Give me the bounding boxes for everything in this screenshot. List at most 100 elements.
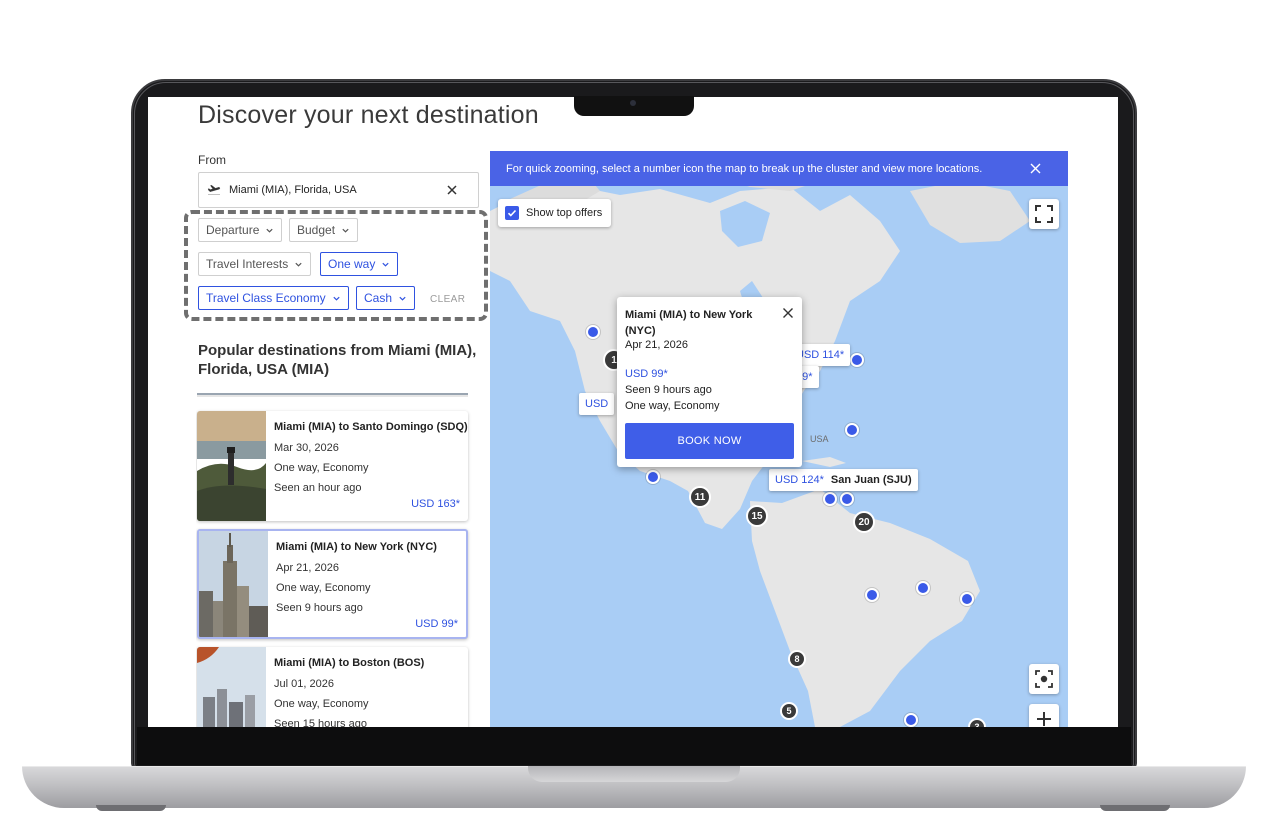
map-cluster[interactable]: 20 [853, 511, 875, 533]
card-info: Miami (MIA) to Boston (BOS) Jul 01, 2026… [274, 647, 460, 727]
map-cluster[interactable]: 15 [746, 505, 768, 527]
chevron-down-icon [399, 296, 406, 301]
trip-type-label: One way [328, 257, 376, 271]
map-pin[interactable] [840, 492, 854, 506]
chevron-down-icon [266, 228, 273, 233]
popup-route: Miami (MIA) to New York (NYC) [625, 309, 753, 337]
map-cluster[interactable]: 11 [689, 486, 711, 508]
price-label-price: USD 114* [796, 349, 845, 361]
zoom-in-button[interactable] [1029, 704, 1059, 727]
destination-map[interactable]: For quick zooming, select a number icon … [490, 151, 1068, 727]
card-seen: Seen 9 hours ago [276, 602, 363, 614]
price-label-price: USD 124* [775, 474, 824, 486]
destination-list[interactable]: Miami (MIA) to Santo Domingo (SDQ) Mar 3… [196, 393, 472, 727]
travel-interests-filter[interactable]: Travel Interests [198, 252, 312, 276]
chevron-down-icon [382, 262, 389, 267]
show-top-offers-label: Show top offers [526, 207, 603, 219]
payment-filter[interactable]: Cash [356, 286, 416, 310]
plane-takeoff-icon [207, 185, 221, 195]
popular-heading: Popular destinations from Miami (MIA), F… [198, 342, 477, 378]
map-cluster[interactable]: 8 [788, 650, 806, 668]
laptop-opening-notch [528, 766, 740, 782]
my-location-button[interactable] [1029, 664, 1059, 694]
map-pin[interactable] [916, 581, 930, 595]
laptop-foot [96, 805, 166, 811]
zoom-tip-banner: For quick zooming, select a number icon … [490, 151, 1068, 186]
screen-bottom-bezel [137, 727, 1131, 765]
santo-domingo-photo [197, 411, 266, 521]
destination-card-sdq[interactable]: Miami (MIA) to Santo Domingo (SDQ) Mar 3… [197, 411, 468, 521]
card-date: Apr 21, 2026 [276, 562, 339, 574]
chevron-down-icon [332, 296, 340, 301]
map-pin[interactable] [646, 470, 660, 484]
map-pin[interactable] [845, 423, 859, 437]
page-title: Discover your next destination [198, 101, 539, 129]
country-label: USA [810, 434, 829, 444]
card-date: Mar 30, 2026 [274, 442, 339, 454]
new-york-photo [199, 531, 268, 637]
show-top-offers-toggle[interactable]: Show top offers [498, 199, 612, 227]
popup-price: USD 99* [625, 368, 668, 380]
from-value: Miami (MIA), Florida, USA [229, 184, 357, 196]
device-mockup: Discover your next destination From Miam… [0, 0, 1268, 825]
popup-seen: Seen 9 hours ago [625, 384, 712, 396]
popup-date: Apr 21, 2026 [625, 339, 688, 351]
previous-card-edge [197, 393, 468, 397]
destination-card-nyc[interactable]: Miami (MIA) to New York (NYC) Apr 21, 20… [197, 529, 468, 639]
camera-notch [574, 96, 694, 116]
departure-label: Departure [206, 223, 260, 237]
card-class: One way, Economy [274, 462, 369, 474]
map-pin[interactable] [586, 325, 600, 339]
budget-label: Budget [297, 223, 336, 237]
clear-icon[interactable] [444, 182, 460, 198]
map-pin[interactable] [960, 592, 974, 606]
card-route: Miami (MIA) to Boston (BOS) [274, 657, 425, 669]
card-route: Miami (MIA) to New York (NYC) [276, 541, 437, 553]
map-pin[interactable] [850, 353, 864, 367]
close-icon[interactable] [782, 307, 794, 319]
plus-icon [1037, 712, 1051, 726]
book-now-button[interactable]: BOOK NOW [625, 423, 794, 459]
flight-popup: Miami (MIA) to New York (NYC) Apr 21, 20… [617, 297, 802, 467]
card-info: Miami (MIA) to Santo Domingo (SDQ) Mar 3… [274, 411, 468, 521]
laptop-foot [1100, 805, 1170, 811]
zoom-tip-text: For quick zooming, select a number icon … [506, 162, 983, 175]
card-price: USD 163* [411, 498, 460, 510]
destination-card-bos[interactable]: Miami (MIA) to Boston (BOS) Jul 01, 2026… [197, 647, 468, 727]
budget-filter[interactable]: Budget [289, 218, 359, 242]
recenter-icon [1035, 670, 1053, 688]
card-class: One way, Economy [276, 582, 371, 594]
card-class: One way, Economy [274, 698, 369, 710]
map-pin[interactable] [904, 713, 918, 727]
price-label-pin[interactable]: USD [579, 393, 615, 415]
from-field[interactable]: Miami (MIA), Florida, USA [198, 172, 479, 208]
boston-photo [197, 647, 266, 727]
card-info: Miami (MIA) to New York (NYC) Apr 21, 20… [276, 531, 458, 637]
camera-icon [630, 100, 636, 106]
card-seen: Seen 15 hours ago [274, 718, 367, 727]
map-cluster[interactable]: 5 [780, 702, 798, 720]
fullscreen-button[interactable] [1029, 199, 1059, 229]
clear-filters-button[interactable]: CLEAR [430, 294, 465, 305]
checkbox-checked-icon[interactable] [505, 206, 519, 220]
card-seen: Seen an hour ago [274, 482, 362, 494]
chevron-down-icon [342, 228, 349, 233]
trip-type-filter[interactable]: One way [320, 252, 399, 276]
travel-class-label: Travel Class Economy [206, 291, 326, 305]
travel-class-filter[interactable]: Travel Class Economy [198, 286, 349, 310]
chevron-down-icon [295, 262, 302, 267]
fullscreen-icon [1035, 205, 1053, 223]
map-pin[interactable] [823, 492, 837, 506]
departure-filter[interactable]: Departure [198, 218, 283, 242]
from-label: From [198, 153, 226, 167]
close-icon[interactable] [1029, 162, 1042, 175]
card-date: Jul 01, 2026 [274, 678, 334, 690]
map-pin[interactable] [865, 588, 879, 602]
popup-class: One way, Economy [625, 400, 720, 412]
travel-interests-label: Travel Interests [206, 257, 289, 271]
price-label-san-juan[interactable]: USD 124* San Juan (SJU) [769, 469, 918, 491]
app-screen: Discover your next destination From Miam… [148, 97, 1118, 727]
payment-label: Cash [364, 291, 393, 305]
price-label-price: USD [585, 398, 609, 410]
card-price: USD 99* [415, 618, 458, 630]
